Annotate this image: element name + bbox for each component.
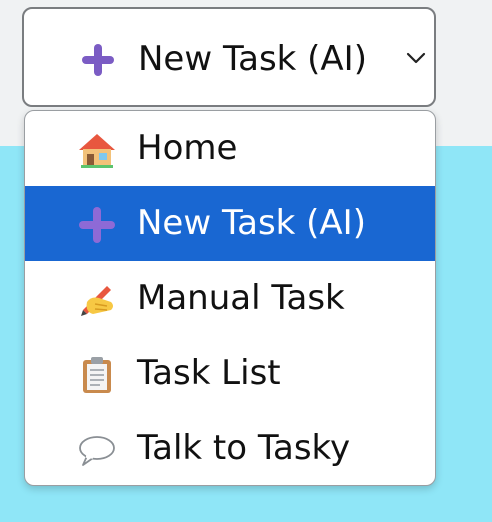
page-select[interactable]: New Task (AI) [22,7,436,107]
menu-item-label: Task List [137,353,281,393]
menu-item-task-list[interactable]: Task List [25,336,435,411]
menu-item-new-task-ai[interactable]: New Task (AI) [25,186,435,261]
select-value: New Task (AI) [138,39,367,79]
menu-item-label: Manual Task [137,278,345,318]
menu-item-talk-to-tasky[interactable]: Talk to Tasky [25,411,435,485]
house-icon [79,134,115,168]
chevron-down-icon[interactable] [406,51,426,65]
menu-item-label: New Task (AI) [137,203,366,243]
menu-item-label: Home [137,128,238,168]
dropdown-menu: Home New Task (AI) Manual Task Task List… [24,110,436,486]
plus-icon [79,207,115,243]
menu-item-home[interactable]: Home [25,111,435,186]
menu-item-label: Talk to Tasky [137,428,351,468]
speech-bubble-icon [79,436,115,466]
writing-hand-icon [81,286,113,316]
menu-item-manual-task[interactable]: Manual Task [25,261,435,336]
clipboard-icon [83,357,111,393]
plus-icon [82,44,114,76]
